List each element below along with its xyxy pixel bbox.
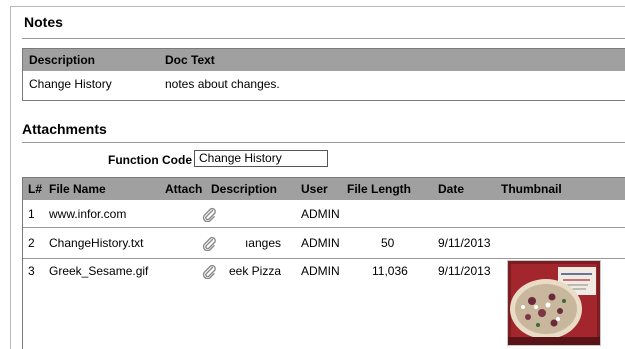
col-attach[interactable]: Attach — [165, 182, 202, 196]
col-user[interactable]: User — [301, 182, 328, 196]
function-code-label: Function Code — [108, 153, 192, 167]
col-description[interactable]: Description — [29, 53, 95, 67]
notes-grid: Description Doc Text Change History note… — [22, 48, 625, 101]
col-description[interactable]: Description — [211, 182, 277, 196]
attachments-divider — [22, 142, 625, 143]
col-doc-text[interactable]: Doc Text — [165, 53, 215, 67]
row-user: ADMIN — [301, 264, 340, 278]
row-file-name[interactable]: www.infor.com — [49, 207, 126, 221]
paperclip-icon[interactable] — [201, 235, 217, 251]
row-line: 3 — [28, 264, 35, 278]
row-line: 1 — [28, 207, 35, 221]
attachments-title: Attachments — [22, 121, 107, 137]
row-file-name[interactable]: ChangeHistory.txt — [49, 236, 143, 250]
table-row[interactable]: 1 www.infor.com ADMIN — [23, 200, 625, 228]
table-row[interactable]: 2 ChangeHistory.txt ıanges ADMIN 50 9/11… — [23, 228, 625, 259]
col-date[interactable]: Date — [438, 182, 464, 196]
row-description-cell: eek Pizza — [219, 264, 281, 280]
row-line: 2 — [28, 236, 35, 250]
col-line[interactable]: L# — [28, 182, 42, 196]
notes-title: Notes — [24, 14, 63, 30]
notes-grid-header: Description Doc Text — [23, 49, 625, 71]
row-file-length: 50 — [381, 236, 395, 250]
table-row[interactable]: Change History notes about changes. — [23, 77, 625, 97]
row-file-length: 11,036 — [372, 264, 408, 278]
paperclip-icon[interactable] — [201, 263, 217, 279]
note-description: Change History — [29, 77, 112, 91]
row-user: ADMIN — [301, 236, 340, 250]
col-thumbnail[interactable]: Thumbnail — [501, 182, 562, 196]
col-file-length[interactable]: File Length — [347, 182, 411, 196]
pizza-box-thumbnail[interactable] — [507, 260, 601, 346]
note-doc-text: notes about changes. — [165, 77, 280, 91]
paperclip-icon[interactable] — [201, 206, 217, 222]
row-description-cell: ıanges — [219, 236, 281, 252]
attachments-grid: L# File Name Attach Description User Fil… — [22, 177, 625, 349]
col-file-name[interactable]: File Name — [49, 182, 106, 196]
row-description: ıanges — [244, 236, 281, 250]
row-description: eek Pizza — [228, 264, 281, 278]
attachments-grid-header: L# File Name Attach Description User Fil… — [23, 178, 625, 200]
row-file-name[interactable]: Greek_Sesame.gif — [49, 264, 148, 278]
row-date: 9/11/2013 — [438, 264, 491, 278]
row-user: ADMIN — [301, 207, 340, 221]
function-code-field[interactable]: Change History — [194, 150, 328, 167]
notes-divider — [22, 38, 625, 39]
row-date: 9/11/2013 — [438, 236, 491, 250]
